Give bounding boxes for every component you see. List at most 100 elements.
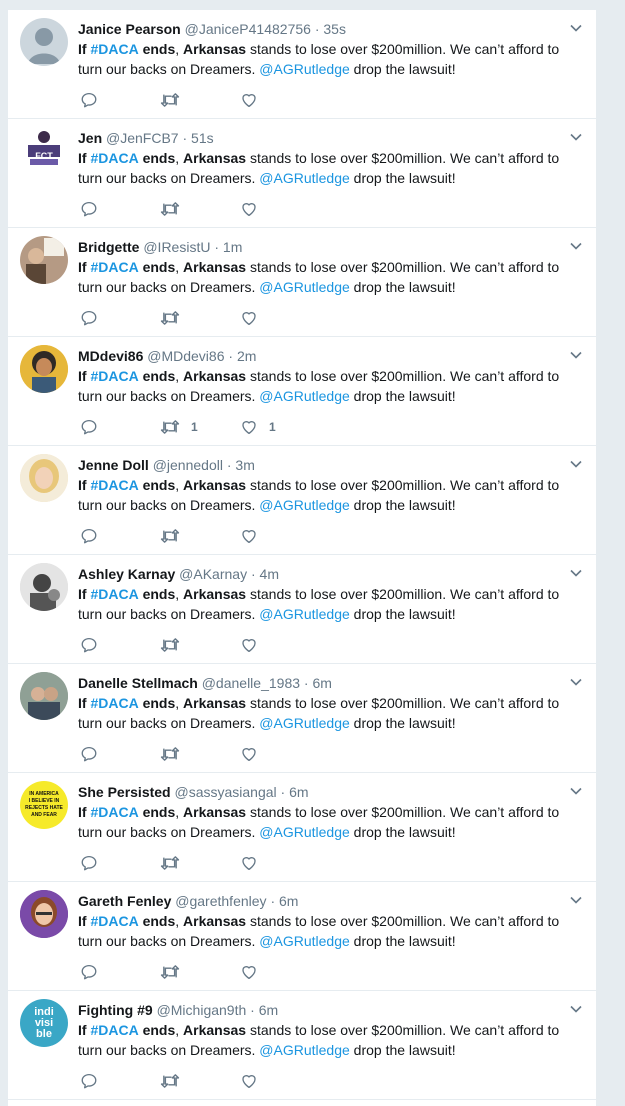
avatar[interactable] (20, 345, 68, 393)
display-name[interactable]: Danelle Stellmach (78, 675, 198, 691)
username[interactable]: @garethfenley (175, 893, 266, 909)
timestamp[interactable]: 6m (312, 675, 331, 691)
reply-button[interactable] (80, 308, 109, 328)
username[interactable]: @IResistU (143, 239, 210, 255)
mention-link[interactable]: @AGRutledge (259, 606, 349, 622)
reply-button[interactable] (80, 199, 109, 219)
tweet[interactable]: Bridgette @IResistU · 1m If #DACA ends, … (8, 228, 596, 337)
like-button[interactable] (240, 308, 269, 328)
username[interactable]: @JaniceP41482756 (185, 21, 311, 37)
reply-button[interactable] (80, 417, 109, 437)
hashtag-link[interactable]: #DACA (90, 150, 138, 166)
retweet-button[interactable] (160, 90, 191, 110)
hashtag-link[interactable]: #DACA (90, 368, 138, 384)
like-button[interactable] (240, 199, 269, 219)
avatar[interactable] (20, 454, 68, 502)
tweet[interactable]: IN AMERICA I BELIEVE IN REJECTS HATE AND… (8, 773, 596, 882)
tweet[interactable]: Gareth Fenley @garethfenley · 6m If #DAC… (8, 882, 596, 991)
avatar[interactable] (20, 563, 68, 611)
reply-button[interactable] (80, 1071, 109, 1091)
retweet-button[interactable] (160, 962, 191, 982)
hashtag-link[interactable]: #DACA (90, 477, 138, 493)
timestamp[interactable]: 2m (237, 348, 256, 364)
hashtag-link[interactable]: #DACA (90, 1022, 138, 1038)
retweet-button[interactable] (160, 199, 191, 219)
display-name[interactable]: Fighting #9 (78, 1002, 153, 1018)
tweet[interactable]: MDdevi86 @MDdevi86 · 2m If #DACA ends, A… (8, 337, 596, 446)
display-name[interactable]: Jenne Doll (78, 457, 149, 473)
hashtag-link[interactable]: #DACA (90, 804, 138, 820)
display-name[interactable]: Gareth Fenley (78, 893, 171, 909)
timestamp[interactable]: 4m (260, 566, 279, 582)
retweet-button[interactable]: 1 (160, 417, 198, 437)
like-button[interactable] (240, 635, 269, 655)
mention-link[interactable]: @AGRutledge (259, 1042, 349, 1058)
timestamp[interactable]: 1m (223, 239, 242, 255)
reply-button[interactable] (80, 526, 109, 546)
avatar[interactable] (20, 890, 68, 938)
avatar[interactable]: IN AMERICA I BELIEVE IN REJECTS HATE AND… (20, 781, 68, 829)
avatar[interactable]: FCT (20, 127, 68, 175)
hashtag-link[interactable]: #DACA (90, 695, 138, 711)
username[interactable]: @jennedoll (153, 457, 223, 473)
hashtag-link[interactable]: #DACA (90, 913, 138, 929)
tweet[interactable]: FCT Jen @JenFCB7 · 51s If #DACA ends, Ar… (8, 119, 596, 228)
tweet[interactable]: Danelle Stellmach @danelle_1983 · 6m If … (8, 664, 596, 773)
tweet[interactable]: Ashley Karnay @AKarnay · 4m If #DACA end… (8, 555, 596, 664)
reply-button[interactable] (80, 90, 109, 110)
like-button[interactable] (240, 1071, 269, 1091)
reply-button[interactable] (80, 744, 109, 764)
mention-link[interactable]: @AGRutledge (259, 497, 349, 513)
like-button[interactable] (240, 853, 269, 873)
reply-button[interactable] (80, 853, 109, 873)
mention-link[interactable]: @AGRutledge (259, 824, 349, 840)
reply-button[interactable] (80, 962, 109, 982)
retweet-button[interactable] (160, 744, 191, 764)
like-button[interactable]: 1 (240, 417, 276, 437)
timestamp[interactable]: 6m (259, 1002, 278, 1018)
mention-link[interactable]: @AGRutledge (259, 933, 349, 949)
mention-link[interactable]: @AGRutledge (259, 61, 349, 77)
display-name[interactable]: Bridgette (78, 239, 139, 255)
retweet-button[interactable] (160, 1071, 191, 1091)
username[interactable]: @AKarnay (179, 566, 247, 582)
display-name[interactable]: She Persisted (78, 784, 171, 800)
username[interactable]: @sassyasiangal (175, 784, 277, 800)
tweet[interactable]: Janice Pearson @JaniceP41482756 · 35s If… (8, 10, 596, 119)
username[interactable]: @danelle_1983 (202, 675, 300, 691)
mention-link[interactable]: @AGRutledge (259, 279, 349, 295)
display-name[interactable]: MDdevi86 (78, 348, 143, 364)
tweet[interactable]: indi visi ble Fighting #9 @Michigan9th ·… (8, 991, 596, 1100)
retweet-button[interactable] (160, 853, 191, 873)
avatar[interactable] (20, 18, 68, 66)
username[interactable]: @JenFCB7 (106, 130, 179, 146)
avatar[interactable]: indi visi ble (20, 999, 68, 1047)
timestamp[interactable]: 35s (323, 21, 346, 37)
timestamp[interactable]: 6m (279, 893, 298, 909)
hashtag-link[interactable]: #DACA (90, 41, 138, 57)
mention-link[interactable]: @AGRutledge (259, 715, 349, 731)
like-button[interactable] (240, 90, 269, 110)
avatar[interactable] (20, 236, 68, 284)
timestamp[interactable]: 6m (289, 784, 308, 800)
like-button[interactable] (240, 744, 269, 764)
reply-button[interactable] (80, 635, 109, 655)
username[interactable]: @MDdevi86 (147, 348, 224, 364)
hashtag-link[interactable]: #DACA (90, 259, 138, 275)
timestamp[interactable]: 3m (235, 457, 254, 473)
like-button[interactable] (240, 962, 269, 982)
display-name[interactable]: Ashley Karnay (78, 566, 175, 582)
username[interactable]: @Michigan9th (157, 1002, 247, 1018)
like-button[interactable] (240, 526, 269, 546)
hashtag-link[interactable]: #DACA (90, 586, 138, 602)
mention-link[interactable]: @AGRutledge (259, 170, 349, 186)
mention-link[interactable]: @AGRutledge (259, 388, 349, 404)
display-name[interactable]: Jen (78, 130, 102, 146)
retweet-button[interactable] (160, 635, 191, 655)
tweet[interactable]: Jenne Doll @jennedoll · 3m If #DACA ends… (8, 446, 596, 555)
display-name[interactable]: Janice Pearson (78, 21, 181, 37)
avatar[interactable] (20, 672, 68, 720)
timestamp[interactable]: 51s (191, 130, 214, 146)
retweet-button[interactable] (160, 308, 191, 328)
retweet-button[interactable] (160, 526, 191, 546)
